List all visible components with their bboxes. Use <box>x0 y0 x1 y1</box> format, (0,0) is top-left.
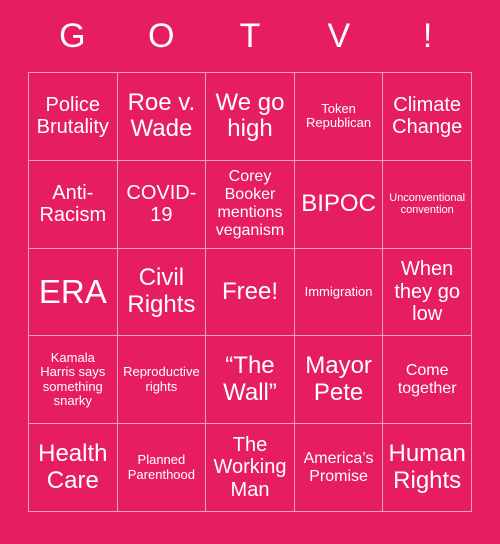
bingo-cell-r3c4[interactable]: Immigration <box>294 248 384 337</box>
bingo-cell-r5c4[interactable]: America’s Promise <box>294 424 384 512</box>
bingo-cell-label: Kamala Harris says something snarky <box>40 349 106 409</box>
bingo-card-header: G O T V! <box>28 0 472 72</box>
bingo-cell-r2c4[interactable]: BIPOC <box>294 160 384 249</box>
bingo-cell-r5c1[interactable]: Health Care <box>29 424 118 512</box>
bingo-cell-r1c4[interactable]: Token Republican <box>294 73 384 161</box>
header-letter-1: G <box>59 17 86 55</box>
header-letter-2: O <box>147 17 175 55</box>
bingo-row: Health Care Planned Parenthood The Working… <box>29 424 472 512</box>
bingo-cell-label: Anti-Racism <box>39 181 107 227</box>
header-letter-3: T <box>239 17 261 55</box>
bingo-cell-r3c3[interactable]: Free! <box>206 248 295 337</box>
bingo-cell-r3c1[interactable]: ERA <box>29 248 118 337</box>
bingo-cell-label: Token Republican <box>306 100 372 131</box>
bingo-cell-r5c3[interactable]: The Working Man <box>206 424 295 512</box>
bingo-cell-label: When they go low <box>394 258 460 326</box>
bingo-row: Anti-Racism COVID-19 Corey Booker mentions… <box>29 160 472 249</box>
bingo-cell-r5c5[interactable]: Human Rights <box>383 424 472 512</box>
bingo-cell-r1c3[interactable]: We go high <box>206 73 295 161</box>
bingo-cell-label: COVID-19 <box>126 181 197 227</box>
bingo-cell-r2c2[interactable]: COVID-19 <box>117 160 207 249</box>
header-letter-4: V <box>327 17 351 55</box>
bingo-cell-label: Immigration <box>304 283 373 299</box>
bingo-cell-label: “The Wall” <box>223 351 277 406</box>
bingo-cell-r2c3[interactable]: Corey Booker mentions veganism <box>206 160 295 249</box>
bingo-cell-label: Roe v. Wade <box>127 88 196 143</box>
bingo-cell-label: Human Rights <box>388 439 466 494</box>
bingo-cell-r5c2[interactable]: Planned Parenthood <box>117 424 207 512</box>
bingo-grid: Police Brutality Roe v. Wade We go high Tok… <box>28 72 472 512</box>
bingo-cell-r4c2[interactable]: Reproductive rights <box>117 336 207 425</box>
bingo-cell-label: America’s Promise <box>303 449 374 485</box>
bingo-cell-label: Free! <box>221 277 278 305</box>
bingo-cell-label: The Working Man <box>213 434 287 501</box>
bingo-cell-r4c5[interactable]: Come together <box>383 336 472 425</box>
bingo-cell-r2c5[interactable]: Unconventional convention <box>383 160 472 249</box>
bingo-cell-label: Climate Change <box>392 94 463 139</box>
bingo-cell-label: Planned Parenthood <box>127 452 195 482</box>
bingo-cell-r3c2[interactable]: Civil Rights <box>117 248 207 337</box>
bingo-row: Police Brutality Roe v. Wade We go high Tok… <box>29 73 472 161</box>
bingo-cell-r1c5[interactable]: Climate Change <box>383 73 472 161</box>
bingo-cell-label: Civil Rights <box>127 264 196 318</box>
bingo-cell-r2c1[interactable]: Anti-Racism <box>29 160 118 249</box>
bingo-cell-label: BIPOC <box>301 189 376 217</box>
bingo-cell-label: Unconventional convention <box>389 191 466 217</box>
bingo-cell-label: Come together <box>397 361 457 397</box>
bingo-cell-label: We go high <box>215 88 285 143</box>
bingo-row: ERA Civil Rights Free! Immigration When they… <box>29 248 472 337</box>
header-letter-5: ! <box>422 17 433 55</box>
bingo-cell-label: ERA <box>38 272 107 310</box>
bingo-cell-r4c1[interactable]: Kamala Harris says something snarky <box>29 336 118 425</box>
bingo-cell-r3c5[interactable]: When they go low <box>383 248 472 337</box>
bingo-row: Kamala Harris says something snarky Repro… <box>29 336 472 425</box>
bingo-cell-label: Health Care <box>38 439 108 494</box>
bingo-cell-r4c3[interactable]: “The Wall” <box>206 336 295 425</box>
bingo-cell-r1c2[interactable]: Roe v. Wade <box>117 73 207 161</box>
bingo-cell-label: Corey Booker mentions veganism <box>215 168 285 240</box>
bingo-cell-r4c4[interactable]: Mayor Pete <box>294 336 384 425</box>
bingo-cell-label: Police Brutality <box>36 94 109 139</box>
bingo-card: G O T V! Police Brutality Roe v. Wade We go h… <box>0 0 500 544</box>
bingo-cell-r1c1[interactable]: Police Brutality <box>29 73 118 161</box>
bingo-cell-label: Reproductive rights <box>123 364 200 394</box>
bingo-cell-label: Mayor Pete <box>305 351 372 406</box>
